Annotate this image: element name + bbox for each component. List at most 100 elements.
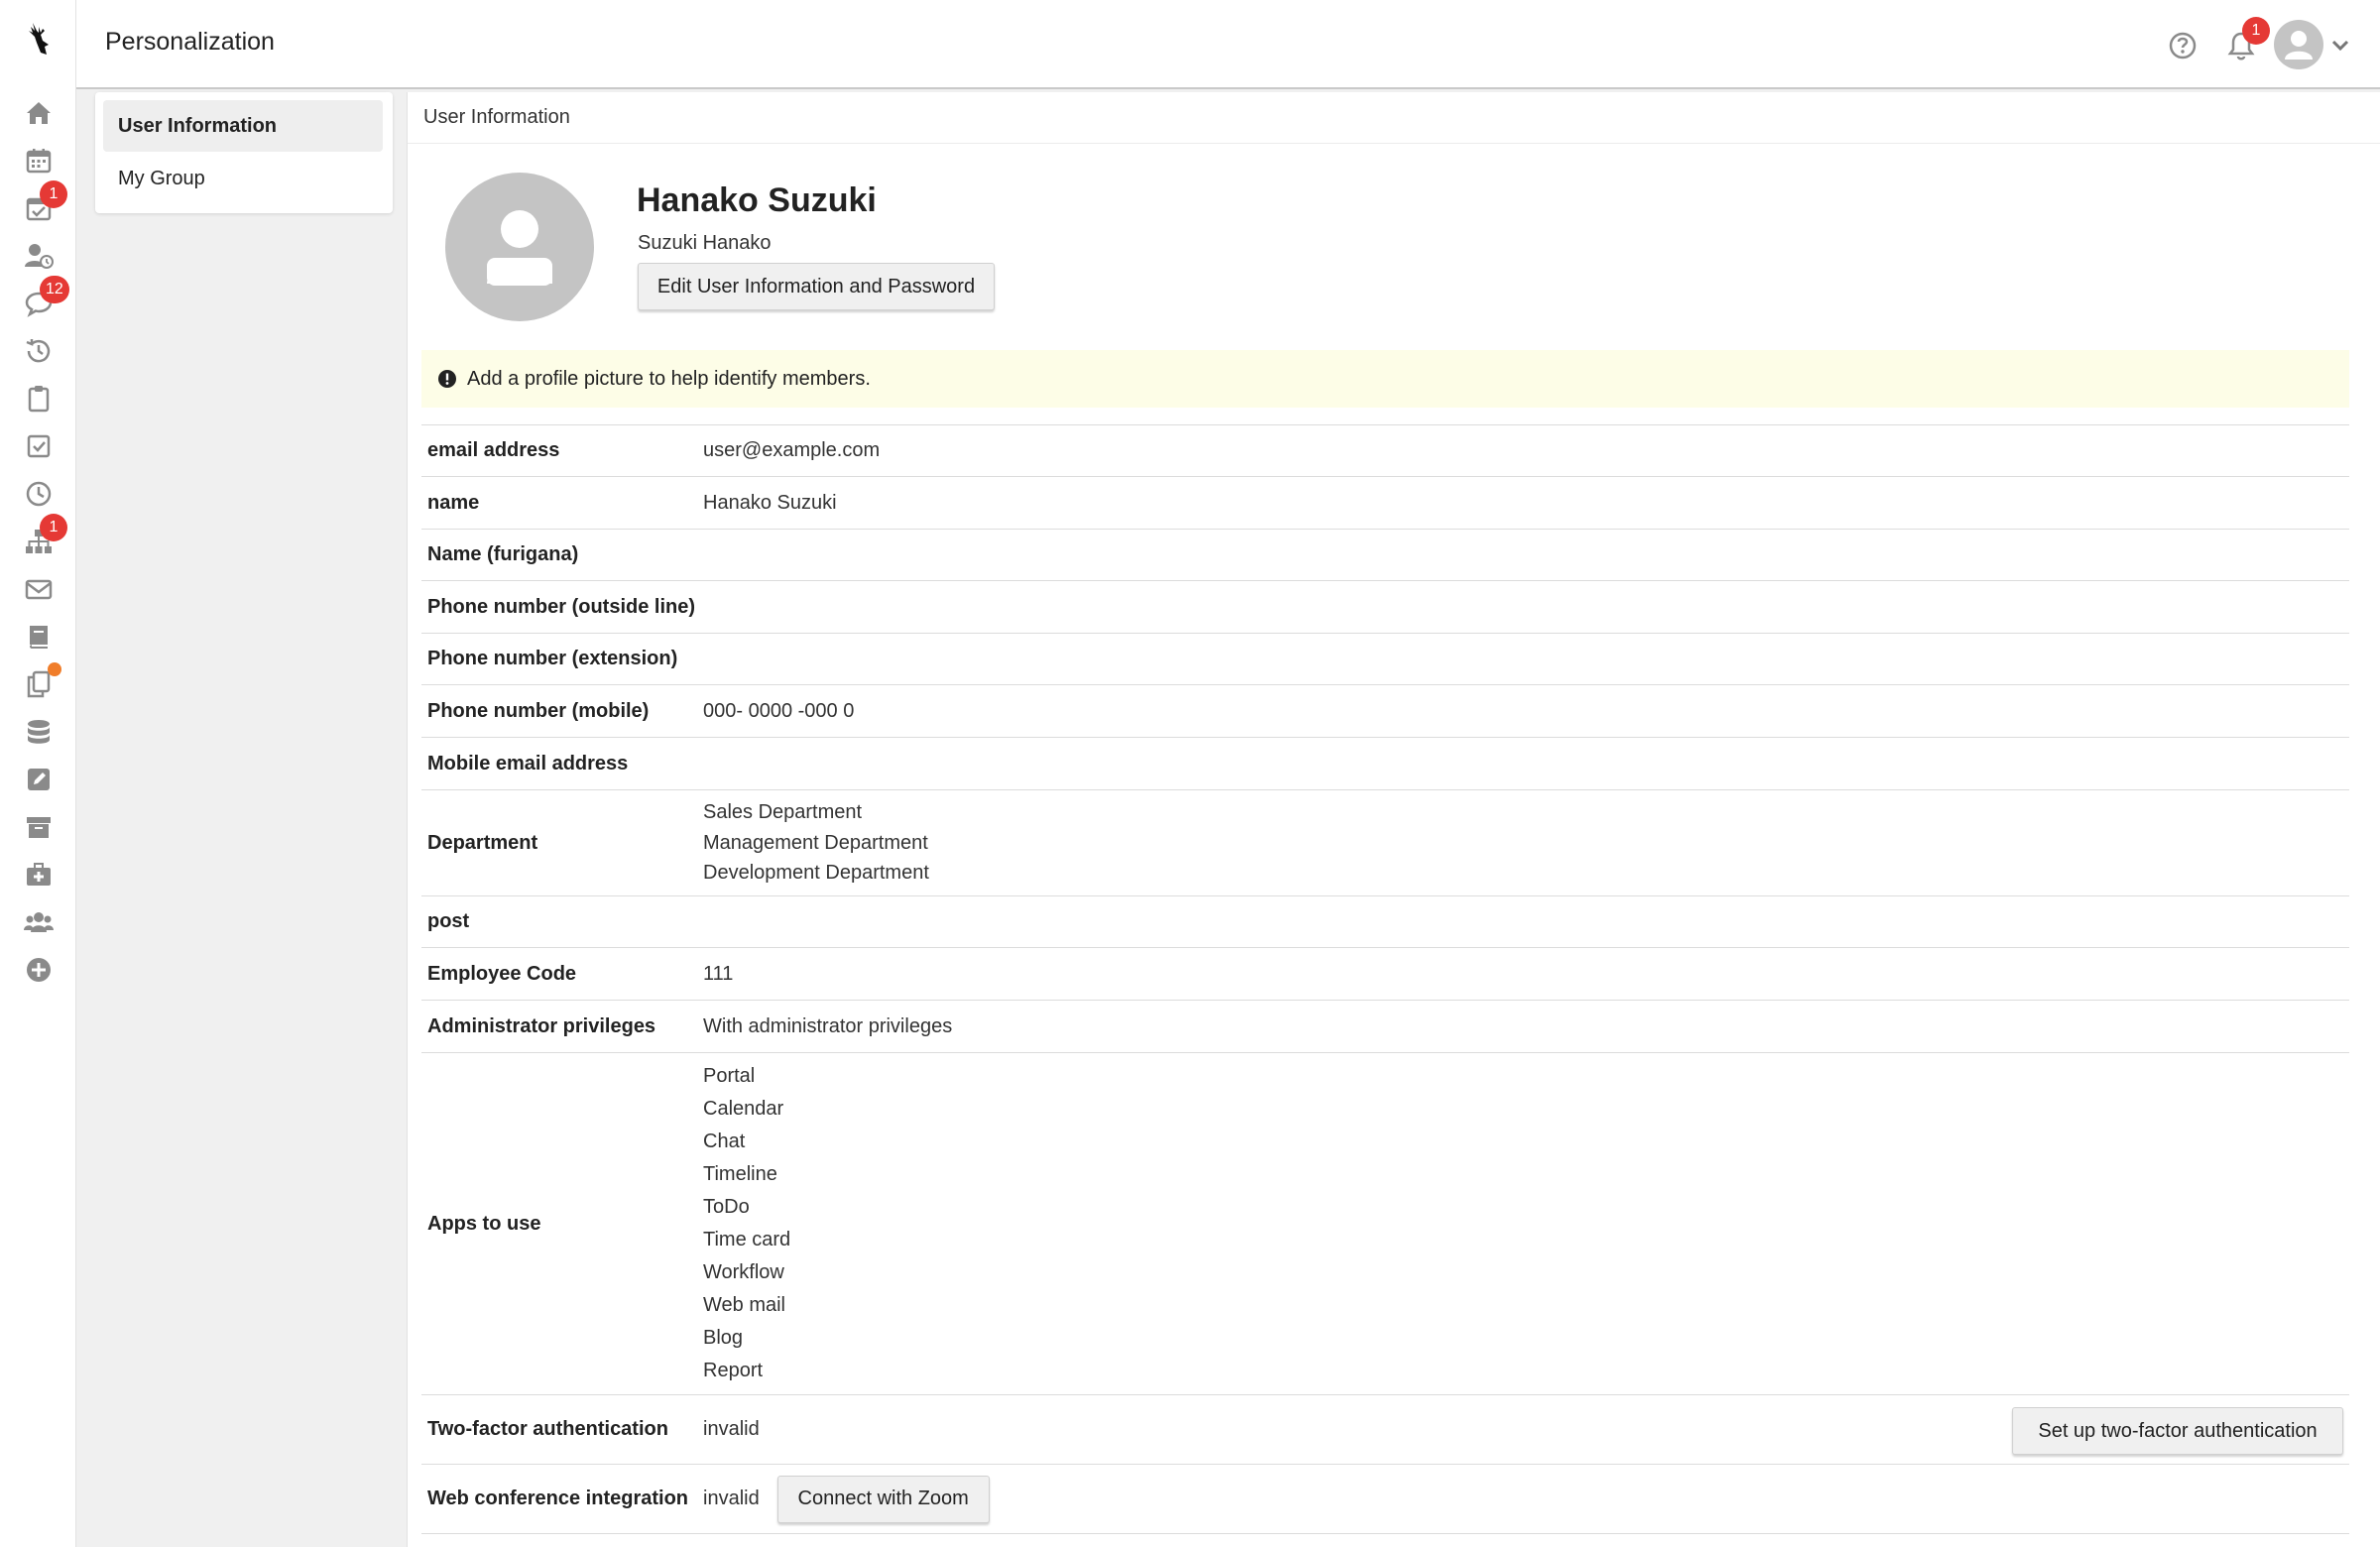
info-label: Apps to use xyxy=(427,1212,541,1235)
profile-avatar xyxy=(445,173,594,321)
rail-item-timecard[interactable] xyxy=(0,472,76,516)
app-logo[interactable] xyxy=(0,14,76,63)
section-title: User Information xyxy=(423,106,570,128)
info-label: Administrator privileges xyxy=(427,1014,656,1037)
subnav: User Information My Group xyxy=(95,92,393,213)
app-item: Time card xyxy=(703,1229,791,1250)
users-icon xyxy=(23,912,54,932)
edit-square-icon xyxy=(27,769,50,790)
todo-badge: 1 xyxy=(40,180,67,208)
info-label: email address xyxy=(427,439,560,461)
department-item: Development Department xyxy=(703,862,929,885)
info-label: Phone number (outside line) xyxy=(427,595,696,618)
app-item: Calendar xyxy=(703,1098,784,1120)
name-value: Hanako Suzuki xyxy=(703,491,837,514)
email-value: user@example.com xyxy=(703,439,881,461)
user-silhouette-icon xyxy=(2285,31,2313,60)
app-rail: 1 12 1 xyxy=(0,0,76,1547)
info-row-email: email address user@example.com xyxy=(421,425,2349,477)
info-label: Name (furigana) xyxy=(427,543,579,565)
admin-value: With administrator privileges xyxy=(703,1014,953,1037)
employee-code-value: 111 xyxy=(703,962,734,985)
rail-item-report[interactable] xyxy=(0,758,76,801)
info-label: Phone number (extension) xyxy=(427,648,678,669)
app-item: Blog xyxy=(703,1327,744,1349)
rail-item-clipboard[interactable] xyxy=(0,377,76,420)
connect-zoom-button[interactable]: Connect with Zoom xyxy=(776,1475,990,1523)
info-label: Mobile email address xyxy=(427,752,629,774)
chevron-down-icon[interactable] xyxy=(2329,34,2351,56)
profile-name: Hanako Suzuki xyxy=(637,181,877,219)
history-icon xyxy=(26,339,50,363)
rail-item-users[interactable] xyxy=(0,234,76,278)
home-icon xyxy=(26,102,51,124)
rail-item-groups[interactable] xyxy=(0,900,76,944)
user-avatar[interactable] xyxy=(2274,20,2323,69)
info-row-apps: Apps to use Portal Calendar Chat Timelin… xyxy=(421,1053,2349,1395)
book-icon xyxy=(29,626,48,649)
info-label: name xyxy=(427,491,480,514)
divider xyxy=(408,143,2380,144)
info-row-post: post xyxy=(421,896,2349,948)
info-row-furigana: Name (furigana) xyxy=(421,530,2349,581)
user-silhouette-icon xyxy=(487,210,552,286)
top-header: Personalization 1 xyxy=(76,0,2380,89)
rail-item-documents[interactable] xyxy=(0,662,76,706)
rail-item-todo[interactable]: 1 xyxy=(0,180,76,230)
clock-icon xyxy=(26,481,51,507)
rail-item-mail[interactable] xyxy=(0,567,76,611)
clipboard-icon xyxy=(28,386,49,413)
rail-item-calendar[interactable] xyxy=(0,139,76,182)
info-label: Employee Code xyxy=(427,962,577,985)
main-panel: User Information Hanako Suzuki Suzuki Ha… xyxy=(407,92,2380,1547)
exclamation-circle-icon xyxy=(438,370,456,388)
setup-two-factor-button[interactable]: Set up two-factor authentication xyxy=(2012,1407,2343,1455)
plus-circle-icon xyxy=(26,958,51,982)
rail-item-home[interactable] xyxy=(0,91,76,135)
workflow-badge: 1 xyxy=(40,514,67,541)
archive-icon xyxy=(26,817,51,838)
info-row-phone-mobile: Phone number (mobile) 000- 0000 -000 0 xyxy=(421,685,2349,738)
info-label: Phone number (mobile) xyxy=(427,699,650,722)
rail-item-workflow[interactable]: 1 xyxy=(0,514,76,563)
notice-text: Add a profile picture to help identify m… xyxy=(467,367,871,390)
app-item: Chat xyxy=(703,1130,746,1152)
subnav-item-my-group[interactable]: My Group xyxy=(103,153,383,204)
info-row-phone-outside: Phone number (outside line) xyxy=(421,581,2349,634)
app-item: Workflow xyxy=(703,1261,784,1283)
info-label: Department xyxy=(427,831,538,854)
info-row-phone-extension: Phone number (extension) xyxy=(421,634,2349,685)
info-row-employee-code: Employee Code 111 xyxy=(421,948,2349,1001)
app-item: ToDo xyxy=(703,1196,750,1218)
rail-item-blog[interactable] xyxy=(0,615,76,658)
page-title: Personalization xyxy=(105,28,275,56)
app-item: Portal xyxy=(703,1065,756,1087)
web-conference-cell: invalid Connect with Zoom xyxy=(703,1475,2349,1523)
user-info-table: email address user@example.com name Hana… xyxy=(421,424,2349,1534)
edit-user-info-button[interactable]: Edit User Information and Password xyxy=(638,263,995,310)
info-row-name: name Hanako Suzuki xyxy=(421,477,2349,530)
department-item: Sales Department xyxy=(703,801,863,824)
help-icon[interactable] xyxy=(2163,26,2202,65)
profile-picture-notice: Add a profile picture to help identify m… xyxy=(421,350,2349,408)
rail-item-database[interactable] xyxy=(0,710,76,754)
app-item: Web mail xyxy=(703,1294,785,1316)
apps-list: Portal Calendar Chat Timeline ToDo Time … xyxy=(703,1060,2349,1387)
info-label: post xyxy=(427,910,470,932)
rail-item-chat[interactable]: 12 xyxy=(0,276,76,325)
profile-name-kana: Suzuki Hanako xyxy=(638,232,772,254)
database-icon xyxy=(27,720,50,744)
rail-item-archive[interactable] xyxy=(0,805,76,849)
subnav-item-user-information[interactable]: User Information xyxy=(103,100,383,152)
rail-item-add[interactable] xyxy=(0,948,76,992)
info-row-department: Department Sales Department Management D… xyxy=(421,790,2349,896)
first-aid-icon xyxy=(26,863,51,886)
info-label: Two-factor authentication xyxy=(427,1418,668,1440)
rail-item-tasks[interactable] xyxy=(0,424,76,468)
department-list: Sales Department Management Department D… xyxy=(703,797,2349,889)
rail-item-timeline[interactable] xyxy=(0,329,76,373)
info-label: Web conference integration xyxy=(427,1488,689,1509)
info-row-admin: Administrator privileges With administra… xyxy=(421,1001,2349,1053)
rail-item-medical[interactable] xyxy=(0,853,76,896)
web-conference-value: invalid xyxy=(703,1488,760,1509)
